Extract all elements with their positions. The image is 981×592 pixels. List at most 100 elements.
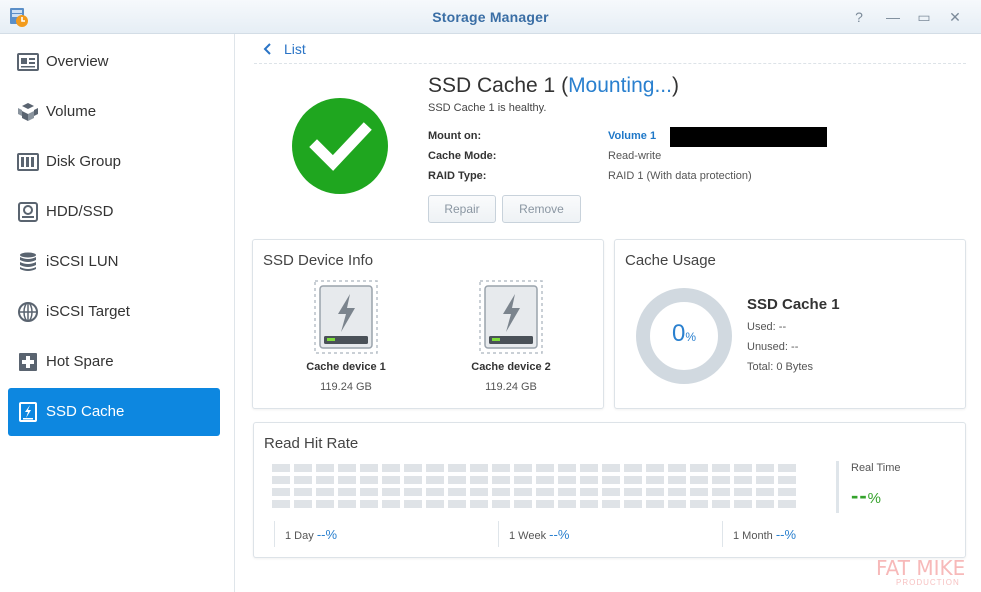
hit-rate-cell: [492, 464, 510, 472]
hit-rate-cell: [382, 464, 400, 472]
hit-rate-cell: [778, 500, 796, 508]
hit-rate-cell: [294, 476, 312, 484]
hit-rate-cell: [470, 476, 488, 484]
remove-button[interactable]: Remove: [502, 195, 581, 223]
panel-title: Cache Usage: [625, 252, 716, 269]
sidebar-item-label: Hot Spare: [46, 353, 114, 370]
hit-rate-cell: [536, 476, 554, 484]
hit-rate-cell: [316, 488, 334, 496]
ssd-cache-icon: [19, 402, 37, 422]
paren-open: (: [555, 74, 569, 97]
hit-rate-cell: [272, 488, 290, 496]
hit-rate-cell: [382, 500, 400, 508]
paren-close: ): [671, 74, 679, 97]
disk-group-icon: [17, 153, 39, 171]
sidebar-item-iscsi-lun[interactable]: iSCSI LUN: [8, 238, 220, 286]
sidebar-item-hot-spare[interactable]: Hot Spare: [8, 338, 220, 386]
hit-rate-cell: [448, 500, 466, 508]
divider: [254, 63, 966, 64]
iscsi-target-icon: [18, 302, 38, 322]
sidebar-item-label: iSCSI LUN: [46, 253, 119, 270]
close-icon[interactable]: ✕: [946, 8, 964, 26]
hit-rate-cell: [448, 464, 466, 472]
period-1-week: 1 Week --%: [509, 527, 569, 542]
hit-rate-cell: [734, 464, 752, 472]
real-time-percent-sign: %: [867, 490, 882, 507]
hit-rate-cell: [338, 500, 356, 508]
hit-rate-cell: [404, 488, 422, 496]
hit-rate-cell: [360, 464, 378, 472]
hit-rate-cell: [316, 476, 334, 484]
back-label: List: [284, 41, 306, 57]
repair-button[interactable]: Repair: [428, 195, 496, 223]
sidebar-item-label: iSCSI Target: [46, 303, 130, 320]
device-size: 119.24 GB: [485, 381, 537, 393]
hit-rate-cell: [426, 488, 444, 496]
minimize-icon[interactable]: —: [884, 8, 902, 26]
cache-mode-value: Read-write: [608, 150, 662, 162]
usage-unused: Unused: --: [747, 341, 799, 353]
raid-type-label: RAID Type:: [428, 170, 487, 182]
hit-rate-cell: [470, 488, 488, 496]
sidebar-item-overview[interactable]: Overview: [8, 38, 220, 86]
hit-rate-cell: [602, 500, 620, 508]
hit-rate-cell: [734, 500, 752, 508]
hit-rate-cell: [492, 488, 510, 496]
hit-rate-cell: [580, 476, 598, 484]
period-value: --: [549, 527, 558, 542]
real-time-number: --: [851, 483, 868, 508]
hit-rate-cell: [536, 500, 554, 508]
mount-on-label: Mount on:: [428, 130, 482, 142]
hit-rate-cell: [382, 476, 400, 484]
sidebar-item-hdd-ssd[interactable]: HDD/SSD: [8, 188, 220, 236]
period-divider: [722, 521, 723, 547]
hit-rate-cell: [514, 464, 532, 472]
hit-rate-cell: [294, 464, 312, 472]
hit-rate-cell: [624, 476, 642, 484]
sidebar-item-ssd-cache[interactable]: SSD Cache: [8, 388, 220, 436]
ssd-drive-icon[interactable]: [479, 280, 543, 354]
mount-on-value[interactable]: Volume 1: [608, 130, 656, 142]
usage-percent-sign: %: [685, 330, 697, 344]
hit-rate-cell: [272, 500, 290, 508]
hit-rate-cell: [778, 476, 796, 484]
hit-rate-cell: [404, 476, 422, 484]
hit-rate-cell: [272, 476, 290, 484]
hit-rate-cell: [690, 464, 708, 472]
raid-type-value: RAID 1 (With data protection): [608, 170, 752, 182]
sidebar-item-iscsi-target[interactable]: iSCSI Target: [8, 288, 220, 336]
overview-icon: [17, 53, 39, 71]
hit-rate-cell: [712, 488, 730, 496]
hit-rate-cell: [712, 464, 730, 472]
maximize-icon[interactable]: ▭: [915, 8, 933, 26]
hit-rate-cell: [602, 464, 620, 472]
sidebar-item-volume[interactable]: Volume: [8, 88, 220, 136]
hit-rate-cell: [338, 488, 356, 496]
hit-rate-cell: [558, 500, 576, 508]
hit-rate-cell: [558, 464, 576, 472]
mount-status: Mounting...: [568, 74, 672, 97]
device-name: Cache device 2: [471, 361, 551, 373]
hit-rate-cell: [514, 500, 532, 508]
help-icon[interactable]: ?: [850, 8, 868, 26]
hit-rate-cell: [668, 464, 686, 472]
hit-rate-cell: [360, 476, 378, 484]
sidebar-item-label: Disk Group: [46, 153, 122, 170]
iscsi-lun-icon: [20, 252, 36, 271]
hit-rate-cell: [756, 488, 774, 496]
hit-rate-cell: [514, 476, 532, 484]
period-label: 1 Day: [285, 530, 314, 542]
usage-percent-value: 0: [671, 320, 686, 347]
sidebar-item-label: Overview: [46, 53, 109, 70]
hit-rate-cell: [338, 476, 356, 484]
real-time-value: --%: [851, 483, 882, 509]
sidebar-item-disk-group[interactable]: Disk Group: [8, 138, 220, 186]
hit-rate-cell: [492, 500, 510, 508]
hit-rate-cell: [756, 476, 774, 484]
ssd-drive-icon[interactable]: [314, 280, 378, 354]
ssd-device-info-panel: SSD Device Info Cache device 1 119.24 GB…: [252, 239, 604, 409]
hit-rate-cell: [602, 476, 620, 484]
health-status: SSD Cache 1 is healthy.: [428, 102, 547, 114]
watermark-line1: FAT MIKE: [876, 556, 966, 580]
period-label: 1 Week: [509, 530, 547, 542]
